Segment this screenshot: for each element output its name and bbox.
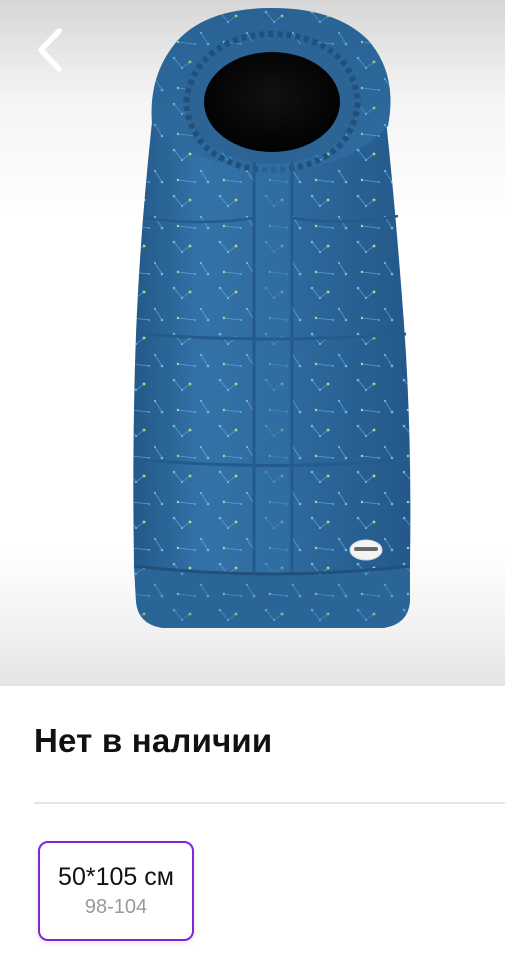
divider xyxy=(34,802,505,804)
back-button[interactable] xyxy=(22,22,78,78)
size-range: 98-104 xyxy=(84,896,148,918)
product-gallery[interactable] xyxy=(0,0,505,686)
size-dimensions: 50*105 см xyxy=(58,863,174,891)
chevron-left-icon xyxy=(38,28,62,72)
availability-status: Нет в наличии xyxy=(34,722,273,759)
size-option-selected[interactable]: 50*105 см 98-104 xyxy=(38,841,194,941)
product-screen: Нет в наличии 50*105 см 98-104 xyxy=(0,0,505,963)
product-photo xyxy=(133,8,411,628)
